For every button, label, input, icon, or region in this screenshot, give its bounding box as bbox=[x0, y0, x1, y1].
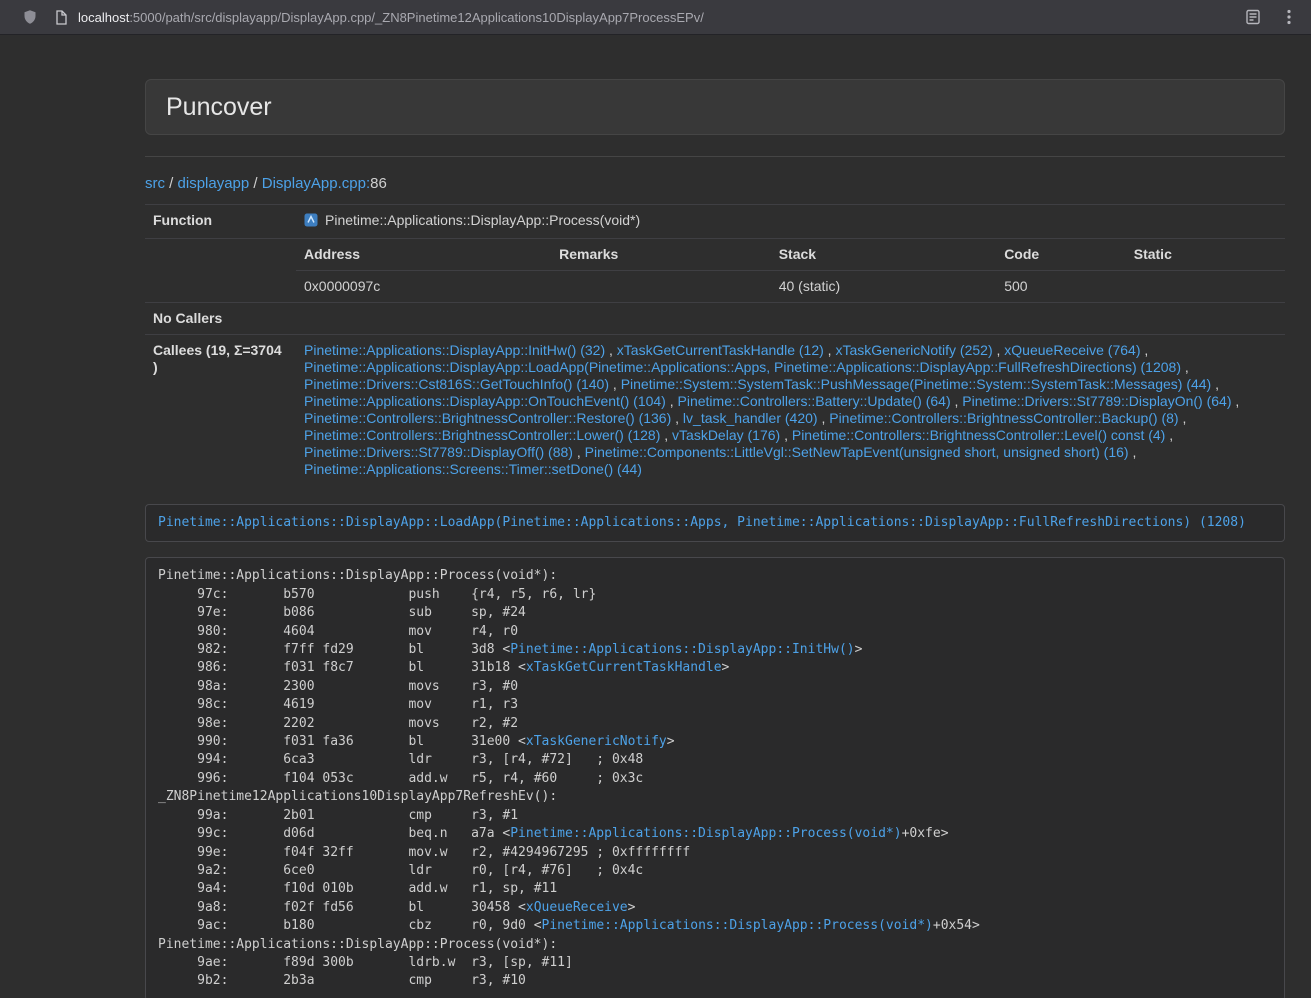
code-symbol-link[interactable]: xTaskGenericNotify bbox=[526, 734, 667, 749]
callee-link[interactable]: Pinetime::Controllers::BrightnessControl… bbox=[304, 427, 660, 443]
metrics-row: AddressRemarksStackCodeStatic 0x0000097c… bbox=[145, 239, 1285, 303]
browser-toolbar: localhost:5000/path/src/displayapp/Displ… bbox=[0, 0, 1311, 35]
callees-cell: Pinetime::Applications::DisplayApp::Init… bbox=[296, 335, 1285, 486]
url-path: :5000/path/src/displayapp/DisplayApp.cpp… bbox=[129, 10, 704, 25]
callee-link[interactable]: Pinetime::Components::LittleVgl::SetNewT… bbox=[585, 444, 1129, 460]
metrics-value bbox=[551, 271, 771, 303]
callee-link[interactable]: Pinetime::Controllers::BrightnessControl… bbox=[829, 410, 1178, 426]
breadcrumb-link[interactable]: src bbox=[145, 175, 165, 192]
no-callers-label: No Callers bbox=[145, 303, 296, 335]
metrics-cell: AddressRemarksStackCodeStatic 0x0000097c… bbox=[296, 239, 1285, 303]
metrics-value: 500 bbox=[996, 271, 1126, 303]
callee-link[interactable]: Pinetime::Controllers::Battery::Update()… bbox=[678, 393, 951, 409]
callee-link[interactable]: Pinetime::Applications::DisplayApp::OnTo… bbox=[304, 393, 666, 409]
metrics-column-header: Remarks bbox=[551, 239, 771, 271]
loadapp-link[interactable]: Pinetime::Applications::DisplayApp::Load… bbox=[158, 515, 1246, 530]
breadcrumb-link[interactable]: displayapp bbox=[178, 175, 250, 192]
code-symbol-link[interactable]: Pinetime::Applications::DisplayApp::Proc… bbox=[510, 826, 901, 841]
function-name: Pinetime::Applications::DisplayApp::Proc… bbox=[325, 212, 640, 228]
url-host: localhost bbox=[78, 10, 129, 25]
breadcrumb: src / displayapp / DisplayApp.cpp:86 bbox=[145, 175, 1285, 192]
page-header: Puncover bbox=[145, 79, 1285, 135]
callee-link[interactable]: Pinetime::Controllers::BrightnessControl… bbox=[792, 427, 1165, 443]
code-symbol-link[interactable]: xQueueReceive bbox=[526, 900, 628, 915]
symbol-icon bbox=[304, 213, 318, 231]
code-symbol-link[interactable]: Pinetime::Applications::DisplayApp::Init… bbox=[510, 642, 854, 657]
more-menu-icon[interactable] bbox=[1287, 9, 1291, 25]
function-table: Function Pinetime::Applications::Display… bbox=[145, 204, 1285, 485]
callee-link[interactable]: lv_task_handler (420) bbox=[683, 410, 818, 426]
callee-link[interactable]: xTaskGetCurrentTaskHandle (12) bbox=[617, 342, 824, 358]
function-name-cell: Pinetime::Applications::DisplayApp::Proc… bbox=[296, 205, 1285, 239]
page-container: Puncover src / displayapp / DisplayApp.c… bbox=[145, 79, 1285, 998]
empty-row-label bbox=[145, 239, 296, 303]
metrics-header-row: AddressRemarksStackCodeStatic bbox=[296, 239, 1285, 271]
no-callers-row: No Callers bbox=[145, 303, 1285, 335]
url-bar[interactable]: localhost:5000/path/src/displayapp/Displ… bbox=[78, 10, 704, 25]
highlighted-symbol-box: Pinetime::Applications::DisplayApp::Load… bbox=[145, 504, 1285, 542]
reader-view-icon[interactable] bbox=[1245, 9, 1261, 25]
function-row-label: Function bbox=[145, 205, 296, 239]
breadcrumb-link[interactable]: DisplayApp.cpp: bbox=[262, 175, 370, 192]
metrics-value bbox=[1126, 271, 1285, 303]
metrics-column-header: Static bbox=[1126, 239, 1285, 271]
callee-link[interactable]: Pinetime::Controllers::BrightnessControl… bbox=[304, 410, 671, 426]
divider bbox=[145, 156, 1285, 157]
code-symbol-link[interactable]: Pinetime::Applications::DisplayApp::Proc… bbox=[542, 918, 933, 933]
callee-link[interactable]: vTaskDelay (176) bbox=[672, 427, 780, 443]
metrics-value: 0x0000097c bbox=[296, 271, 551, 303]
callees-label: Callees (19, Σ=3704 ) bbox=[145, 335, 296, 486]
callee-link[interactable]: xTaskGenericNotify (252) bbox=[835, 342, 992, 358]
callee-link[interactable]: Pinetime::Drivers::St7789::DisplayOn() (… bbox=[962, 393, 1231, 409]
metrics-value: 40 (static) bbox=[771, 271, 996, 303]
callee-link[interactable]: Pinetime::Drivers::Cst816S::GetTouchInfo… bbox=[304, 376, 609, 392]
disassembly: Pinetime::Applications::DisplayApp::Proc… bbox=[145, 557, 1285, 998]
code-symbol-link[interactable]: xTaskGetCurrentTaskHandle bbox=[526, 660, 722, 675]
callee-link[interactable]: Pinetime::System::SystemTask::PushMessag… bbox=[621, 376, 1212, 392]
callee-link[interactable]: Pinetime::Drivers::St7789::DisplayOff() … bbox=[304, 444, 573, 460]
page-icon[interactable] bbox=[54, 10, 68, 25]
callee-link[interactable]: Pinetime::Applications::DisplayApp::Init… bbox=[304, 342, 605, 358]
metrics-table: AddressRemarksStackCodeStatic 0x0000097c… bbox=[296, 239, 1285, 302]
metrics-values-row: 0x0000097c 40 (static)500 bbox=[296, 271, 1285, 303]
metrics-column-header: Stack bbox=[771, 239, 996, 271]
metrics-column-header: Address bbox=[296, 239, 551, 271]
shield-icon[interactable] bbox=[22, 9, 38, 25]
page-title: Puncover bbox=[166, 93, 1264, 121]
callee-link[interactable]: xQueueReceive (764) bbox=[1004, 342, 1140, 358]
callee-link[interactable]: Pinetime::Applications::Screens::Timer::… bbox=[304, 461, 642, 477]
callee-link[interactable]: Pinetime::Applications::DisplayApp::Load… bbox=[304, 359, 1181, 375]
no-callers-cell bbox=[296, 303, 1285, 335]
callees-row: Callees (19, Σ=3704 ) Pinetime::Applicat… bbox=[145, 335, 1285, 486]
function-row: Function Pinetime::Applications::Display… bbox=[145, 205, 1285, 239]
metrics-column-header: Code bbox=[996, 239, 1126, 271]
